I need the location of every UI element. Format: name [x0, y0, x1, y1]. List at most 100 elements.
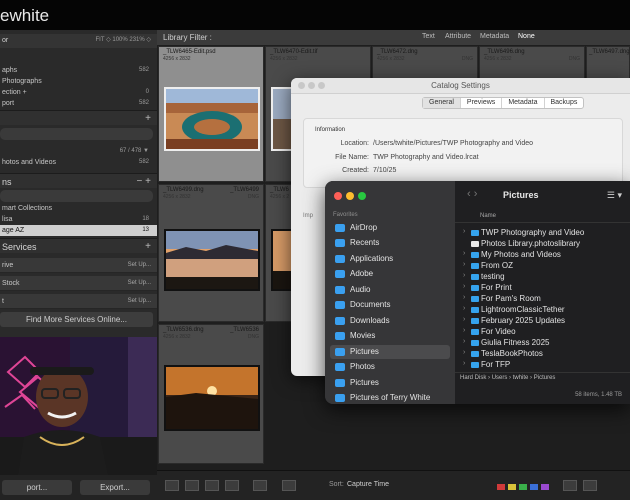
thumbnail-cell[interactable]: _TLW6536.dng 4256 x 2832 _TLW6536 DNG — [158, 324, 264, 464]
sidebar-item-photos[interactable]: Photos — [330, 360, 450, 374]
thumbnail-cell[interactable]: _TLW6465-Edit.psd 4256 x 2832 — [158, 46, 264, 182]
sidebar-item-movies[interactable]: Movies — [330, 329, 450, 343]
grid-view-icon[interactable] — [165, 480, 179, 491]
list-item[interactable]: › My Photos and Videos — [463, 250, 630, 261]
thumbnail-image[interactable] — [164, 87, 260, 151]
catalog-item[interactable]: Photographs — [0, 76, 157, 87]
list-item[interactable]: › testing — [463, 272, 630, 283]
find-more-services-button[interactable]: Find More Services Online... — [0, 312, 153, 327]
back-forward-icon[interactable]: ‹ › — [467, 188, 477, 200]
tab-backups[interactable]: Backups — [545, 98, 584, 108]
collections-header[interactable]: ns − + — [0, 173, 157, 188]
sidebar-item-applications[interactable]: Applications — [330, 252, 450, 266]
red-label-icon[interactable] — [497, 484, 505, 490]
collections-controls-icon[interactable]: − + — [137, 176, 151, 187]
export-button[interactable]: Export... — [80, 480, 150, 495]
disclosure-icon[interactable]: › — [463, 228, 465, 235]
tab-metadata[interactable]: Metadata — [502, 98, 545, 108]
list-item[interactable]: › For Print — [463, 283, 630, 294]
filter-metadata[interactable]: Metadata — [480, 33, 509, 40]
disclosure-icon[interactable]: › — [463, 316, 465, 323]
publish-service[interactable]: Stock Set Up... — [0, 276, 157, 291]
close-icon[interactable] — [334, 192, 342, 200]
disclosure-icon[interactable]: › — [463, 261, 465, 268]
folder-search-field[interactable] — [0, 128, 153, 140]
collection-item-selected[interactable]: age AZ 13 — [0, 225, 157, 236]
filter-text[interactable]: Text — [422, 33, 435, 40]
collection-search-field[interactable] — [0, 190, 153, 202]
thumbnail-cell[interactable]: _TLW6499.dng 4256 x 2832 _TLW6499 DNG — [158, 184, 264, 322]
publish-service[interactable]: t Set Up... — [0, 294, 157, 309]
spray-can-icon[interactable] — [282, 480, 296, 491]
disclosure-icon[interactable]: › — [463, 272, 465, 279]
purple-label-icon[interactable] — [541, 484, 549, 490]
disclosure-icon[interactable]: › — [463, 305, 465, 312]
list-item[interactable]: › TeslaBookPhotos — [463, 349, 630, 360]
path-hard-disk[interactable]: Hard Disk — [460, 375, 486, 381]
volume-bar[interactable]: 67 / 478 ▼ — [0, 146, 157, 157]
catalog-item[interactable]: ection + 0 — [0, 87, 157, 98]
setup-button[interactable]: Set Up... — [128, 298, 151, 304]
disclosure-icon[interactable]: › — [463, 349, 465, 356]
name-column-header[interactable]: Name — [455, 211, 630, 223]
list-item[interactable]: › TWP Photography and Video — [463, 228, 630, 239]
filter-none[interactable]: None — [518, 33, 535, 40]
list-item[interactable]: › Giulia Fitness 2025 — [463, 338, 630, 349]
list-item[interactable]: › February 2025 Updates — [463, 316, 630, 327]
setup-button[interactable]: Set Up... — [128, 280, 151, 286]
list-item[interactable]: › For TFP — [463, 360, 630, 371]
list-item[interactable]: › For Pam's Room — [463, 294, 630, 305]
thumbnail-cell[interactable]: _TLW6496.dng 4256 x 2832 DNG — [479, 46, 585, 80]
compare-view-icon[interactable] — [205, 480, 219, 491]
thumbnail-cell[interactable]: _TLW6472.dng 4256 x 2832 DNG — [372, 46, 478, 80]
disclosure-icon[interactable]: › — [463, 294, 465, 301]
minimize-icon[interactable] — [346, 192, 354, 200]
sidebar-item-adobe[interactable]: Adobe — [330, 267, 450, 281]
add-folder-icon[interactable]: + — [145, 113, 151, 124]
disclosure-icon[interactable]: › — [463, 327, 465, 334]
tab-previews[interactable]: Previews — [461, 98, 503, 108]
import-button[interactable]: port... — [2, 480, 72, 495]
zoom-icon[interactable] — [358, 192, 366, 200]
add-service-icon[interactable]: + — [145, 241, 151, 252]
folder-item[interactable]: hotos and Videos 582 — [0, 157, 157, 168]
list-item[interactable]: › LightroomClassicTether — [463, 305, 630, 316]
catalog-item[interactable]: aphs 582 — [0, 65, 157, 76]
path-users[interactable]: Users — [492, 375, 508, 381]
path-pictures[interactable]: Pictures — [534, 375, 556, 381]
collection-item[interactable]: mart Collections — [0, 203, 157, 214]
filter-attribute[interactable]: Attribute — [445, 33, 471, 40]
sidebar-item-airdrop[interactable]: AirDrop — [330, 221, 450, 235]
disclosure-icon[interactable]: › — [463, 338, 465, 345]
disclosure-icon[interactable]: › — [463, 250, 465, 257]
thumbnail-image[interactable] — [164, 229, 260, 291]
disclosure-icon[interactable]: › — [463, 360, 465, 367]
list-item[interactable]: Photos Library.photoslibrary — [463, 239, 630, 250]
navigator-zoom[interactable]: FIT ◇ 100% 231% ◇ — [96, 36, 151, 43]
path-twhite[interactable]: twhite — [513, 375, 529, 381]
tab-general[interactable]: General — [423, 98, 461, 108]
green-label-icon[interactable] — [519, 484, 527, 490]
thumbnail-cell[interactable]: _TLW6497.dng — [586, 46, 630, 80]
sidebar-item-pictures-2[interactable]: Pictures — [330, 376, 450, 390]
sidebar-item-downloads[interactable]: Downloads — [330, 314, 450, 328]
setup-button[interactable]: Set Up... — [128, 262, 151, 268]
list-view-icon[interactable]: ☰ ▾ — [607, 190, 622, 201]
sidebar-item-pictures-of-terry-white[interactable]: Pictures of Terry White — [330, 391, 450, 404]
folders-header[interactable]: + — [0, 110, 157, 125]
survey-view-icon[interactable] — [225, 480, 239, 491]
blue-label-icon[interactable] — [530, 484, 538, 490]
rotate-right-icon[interactable] — [583, 480, 597, 491]
sidebar-item-audio[interactable]: Audio — [330, 283, 450, 297]
publish-service[interactable]: rive Set Up... — [0, 258, 157, 273]
sidebar-item-recents[interactable]: Recents — [330, 236, 450, 250]
sidebar-item-documents[interactable]: Documents — [330, 298, 450, 312]
rotate-left-icon[interactable] — [563, 480, 577, 491]
publish-services-header[interactable]: Services + — [0, 238, 157, 253]
catalog-item[interactable]: port 582 — [0, 98, 157, 109]
thumbnail-image[interactable] — [164, 365, 260, 431]
disclosure-icon[interactable]: › — [463, 283, 465, 290]
list-item[interactable]: › From OZ — [463, 261, 630, 272]
navigator-header[interactable]: or FIT ◇ 100% 231% ◇ — [0, 34, 157, 48]
loupe-view-icon[interactable] — [185, 480, 199, 491]
